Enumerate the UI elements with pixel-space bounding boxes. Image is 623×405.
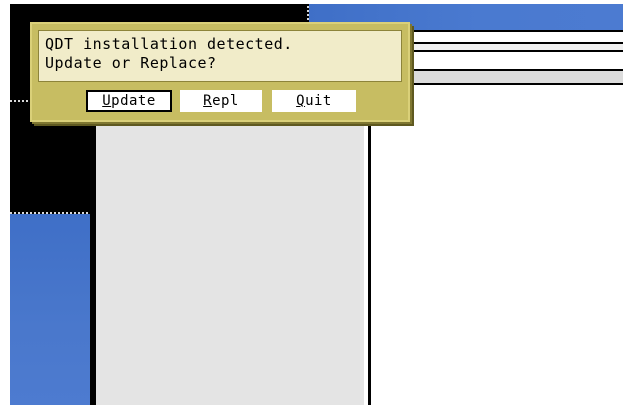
quit-button-mnemonic: Q [296,93,306,109]
window-gray-panel [96,122,364,405]
dialog-message: QDT installation detected. Update or Rep… [38,30,402,82]
update-button-label: pdate [111,93,156,109]
replace-button-label: epl [212,93,239,109]
update-button-mnemonic: U [102,93,112,109]
replace-button-mnemonic: R [203,93,213,109]
window-titlebar-stripe [410,42,623,52]
install-dialog: QDT installation detected. Update or Rep… [30,22,410,122]
screen: QDT installation detected. Update or Rep… [0,0,623,405]
quit-button-label: uit [305,93,332,109]
window-white-panel [368,88,623,405]
dialog-button-row: Update Repl Quit [32,90,408,116]
update-button[interactable]: Update [86,90,172,112]
window-menubar-stripe [410,69,623,85]
window-titlebar-area [410,30,623,88]
quit-button[interactable]: Quit [272,90,356,112]
desktop-background-blue-left [10,214,90,405]
replace-button[interactable]: Repl [180,90,262,112]
